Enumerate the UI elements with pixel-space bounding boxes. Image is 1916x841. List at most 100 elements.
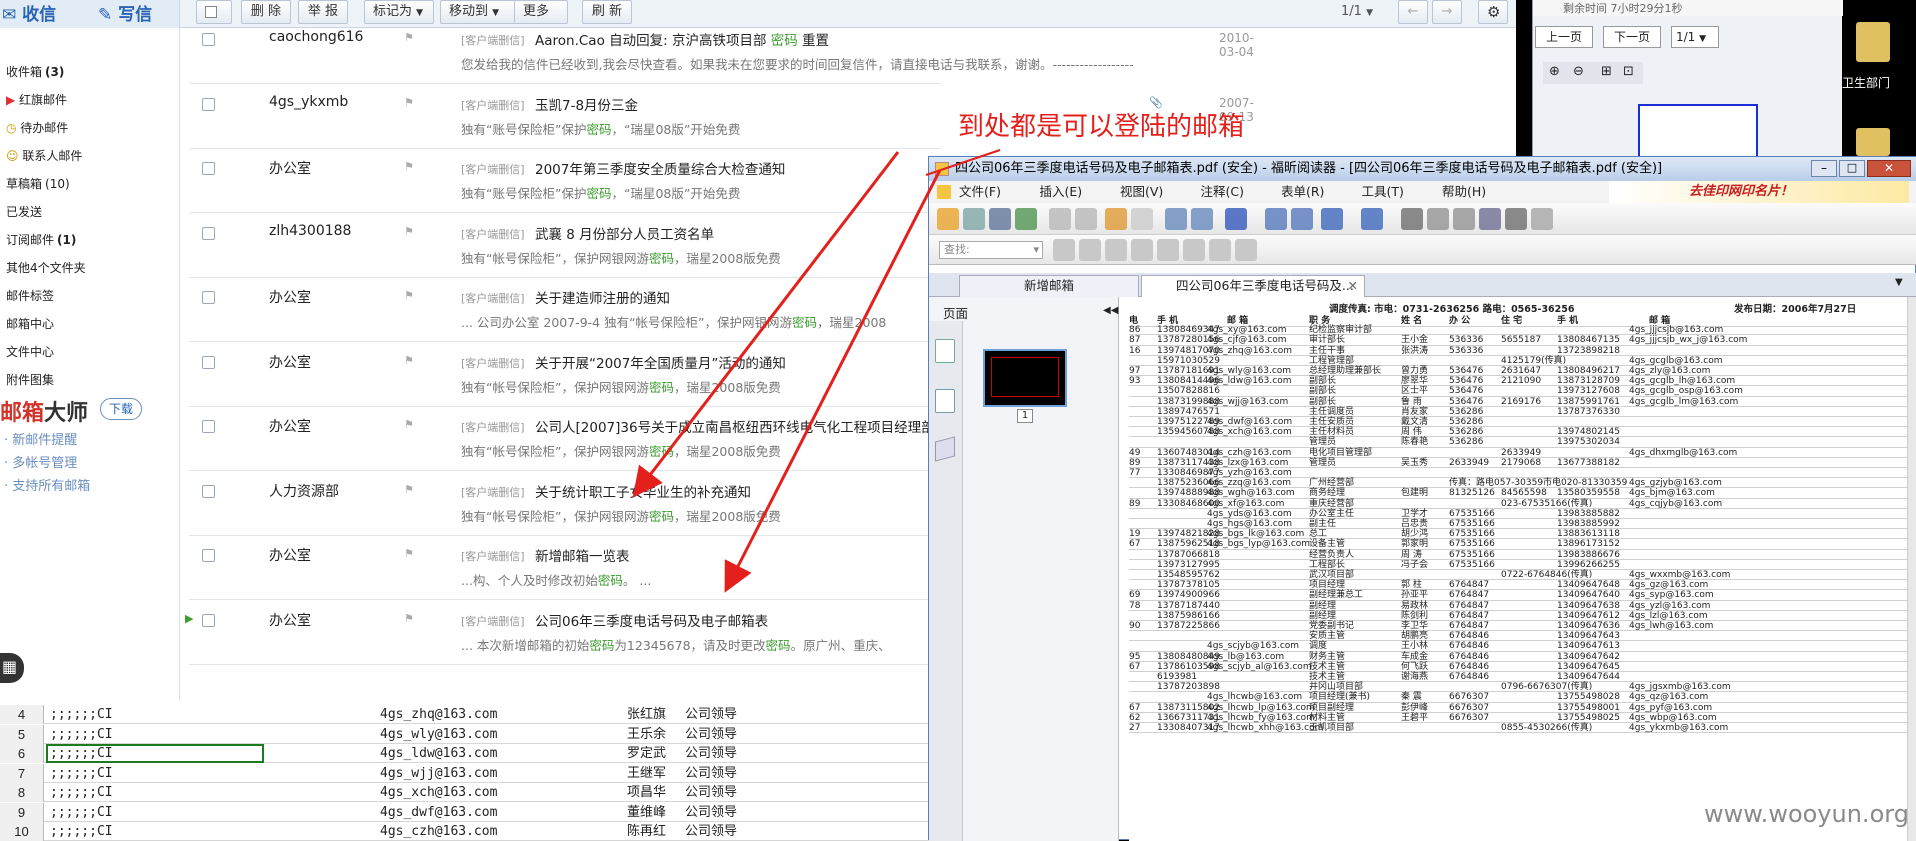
fit-page-icon[interactable]: ⊡ xyxy=(1623,64,1634,79)
refresh-button[interactable]: 刷 新 xyxy=(582,0,632,24)
sidebar-item[interactable]: 已发送 xyxy=(6,202,45,222)
row-checkbox[interactable] xyxy=(202,355,215,369)
tab-new-mailbox[interactable]: 新增邮箱 xyxy=(959,275,1139,297)
text-icon[interactable] xyxy=(1505,208,1527,230)
sheet-cell[interactable]: 7 xyxy=(0,763,44,783)
sheet-cell[interactable]: 4gs_ldw@163.com xyxy=(380,744,497,763)
flag-icon[interactable]: ⚑ xyxy=(404,160,414,173)
bookmarks-panel-icon[interactable] xyxy=(935,389,955,413)
row-checkbox[interactable] xyxy=(202,162,215,175)
sheet-cell[interactable]: 9 xyxy=(0,802,44,822)
sheet-cell[interactable]: 10 xyxy=(0,822,44,841)
clear-icon[interactable] xyxy=(1131,239,1153,261)
mail-row[interactable]: 办公室 ⚑ [客户端删信] 公司06年三季度电话号码及电子邮箱表 ... 本次新增邮箱的… xyxy=(185,603,941,665)
mail-row[interactable]: 人力资源部 ⚑ [客户端删信] 关于统计职工子女毕业生的补充通知 独有“帐号保险柜”，保… xyxy=(189,474,941,536)
mark-as-button[interactable]: 标记为 ▼ xyxy=(364,0,434,24)
sidebar-item[interactable]: 邮件标签 xyxy=(6,286,57,306)
sidebar-item[interactable]: ▶ 红旗邮件 xyxy=(6,90,70,110)
tab-menu-icon[interactable]: ▼ xyxy=(1895,277,1903,288)
report-button[interactable]: 举 报 xyxy=(298,0,348,24)
next-page-button[interactable]: 下一页 xyxy=(1603,26,1661,48)
snapshot-icon[interactable] xyxy=(1531,208,1553,230)
email-icon[interactable] xyxy=(1015,208,1037,230)
sheet-cell[interactable]: ;;;;;;CI xyxy=(50,783,113,802)
menu-item[interactable]: 视图(V) xyxy=(1120,181,1163,203)
promo-item[interactable]: · 多帐号管理 xyxy=(4,452,90,475)
typewriter-icon[interactable] xyxy=(1183,239,1205,261)
menu-item[interactable]: 插入(E) xyxy=(1040,181,1083,203)
sidebar-item[interactable]: 订阅邮件 (1) xyxy=(6,230,76,250)
sheet-cell[interactable]: 公司领导 xyxy=(685,744,737,763)
collapse-panel-icon[interactable]: ◀◀ xyxy=(1103,305,1118,316)
flag-icon[interactable]: ⚑ xyxy=(404,547,414,560)
sheet-cell[interactable]: 张红旗 xyxy=(627,705,666,724)
copy-icon[interactable] xyxy=(1165,208,1187,230)
comment-icon[interactable] xyxy=(1209,239,1231,261)
doc-scrollbar[interactable] xyxy=(1907,297,1916,841)
paste-icon[interactable] xyxy=(1191,208,1213,230)
sheet-cell[interactable]: 4gs_wjj@163.com xyxy=(380,764,497,783)
flag-icon[interactable]: ⚑ xyxy=(404,483,414,496)
more-button[interactable]: 更多 ▼ xyxy=(514,0,568,40)
row-checkbox[interactable] xyxy=(202,549,215,562)
sheet-cell[interactable]: 罗定武 xyxy=(627,744,666,763)
folder-icon[interactable] xyxy=(1856,22,1890,62)
row-checkbox[interactable] xyxy=(202,420,215,433)
layers-panel-icon[interactable] xyxy=(935,436,955,462)
sheet-cell[interactable]: 王继军 xyxy=(627,764,666,783)
flag-icon[interactable]: ⚑ xyxy=(404,612,414,625)
download-button[interactable]: 下载 xyxy=(100,398,143,420)
prev-icon[interactable] xyxy=(1049,208,1071,230)
flag-icon[interactable]: ⚑ xyxy=(404,31,414,44)
sheet-cell[interactable]: 公司领导 xyxy=(685,705,737,724)
compose-link[interactable]: ✎ 写信 xyxy=(98,0,152,25)
next-page-button[interactable]: → xyxy=(1432,0,1462,24)
sheet-cell[interactable]: 公司领导 xyxy=(685,764,737,783)
first-page-icon[interactable] xyxy=(1053,239,1075,261)
tab-phone-list[interactable]: 四公司06年三季度电话号码及... ✕ xyxy=(1141,275,1365,297)
next-icon[interactable] xyxy=(1075,208,1097,230)
prev-page-button[interactable]: ← xyxy=(1398,0,1428,24)
menu-item[interactable]: 表单(R) xyxy=(1281,181,1324,203)
mail-subject[interactable]: 2007年第三季度安全质量综合大检查通知 xyxy=(535,158,785,178)
flag-icon[interactable]: ⚑ xyxy=(404,354,414,367)
sidebar-item[interactable]: ◷ 待办邮件 xyxy=(6,118,71,138)
prev-page-button[interactable]: 上一页 xyxy=(1535,26,1593,48)
print-icon[interactable] xyxy=(989,208,1011,230)
folder-icon[interactable] xyxy=(1856,128,1890,156)
search-input[interactable]: 查找: ▾ xyxy=(939,241,1043,259)
sheet-cell[interactable]: ;;;;;;CI xyxy=(50,705,113,724)
pages-panel-icon[interactable] xyxy=(935,339,955,363)
select-icon[interactable] xyxy=(1427,208,1449,230)
mail-row[interactable]: 办公室 ⚑ [客户端删信] 公司人[2007]36号关于成立南昌枢纽西环线电气化工程项… xyxy=(189,409,941,471)
sheet-cell[interactable]: 4 xyxy=(0,705,44,724)
arrow-tool-icon[interactable] xyxy=(1235,239,1257,261)
flag-icon[interactable]: ⚑ xyxy=(404,96,414,109)
sheet-cell[interactable]: 董维峰 xyxy=(627,803,666,822)
sidebar-item[interactable]: ☺ 联系人邮件 xyxy=(6,146,85,166)
page-select[interactable]: 1/1 ▼ xyxy=(1671,26,1719,48)
mail-row[interactable]: caochong616 ⚑ [客户端删信] Aaron.Cao 自动回复: 京沪高铁项… xyxy=(189,22,1254,84)
sheet-cell[interactable]: 8 xyxy=(0,783,44,802)
maximize-button[interactable]: □ xyxy=(1839,160,1865,177)
row-checkbox[interactable] xyxy=(202,613,215,627)
menu-item[interactable]: 帮助(H) xyxy=(1442,181,1486,203)
search-icon[interactable] xyxy=(1105,239,1127,261)
back-icon[interactable] xyxy=(1105,208,1127,230)
sheet-cell[interactable]: 6 xyxy=(0,744,44,763)
sheet-cell[interactable]: 4gs_zhq@163.com xyxy=(380,705,497,724)
mail-row[interactable]: 办公室 ⚑ [客户端删信] 关于建造师注册的通知 ... 公司办公室 2007-9-4 … xyxy=(189,280,941,342)
row-checkbox[interactable] xyxy=(202,33,215,46)
menu-item[interactable]: 文件(F) xyxy=(959,181,1001,203)
pointer-icon[interactable] xyxy=(1453,208,1475,230)
mail-row[interactable]: 4gs_ykxmb ⚑ [客户端删信] 玉凯7-8月份三金 独有“账号保险柜”保护密码，… xyxy=(189,87,1254,149)
mail-subject[interactable]: 新增邮箱一览表 xyxy=(535,545,630,565)
fit-width-icon[interactable] xyxy=(1265,208,1287,230)
mail-subject[interactable]: 关于统计职工子女毕业生的补充通知 xyxy=(535,481,751,501)
zoom-in-icon[interactable]: ⊕ xyxy=(1549,64,1560,79)
sheet-cell[interactable]: 王乐余 xyxy=(627,725,666,744)
page-thumbnail[interactable] xyxy=(1638,104,1758,160)
mail-subject[interactable]: Aaron.Cao 自动回复: 京沪高铁项目部 密码 重置 xyxy=(535,29,829,49)
forward-icon[interactable] xyxy=(1131,208,1153,230)
sheet-cell[interactable]: ;;;;;;CI xyxy=(50,803,113,822)
